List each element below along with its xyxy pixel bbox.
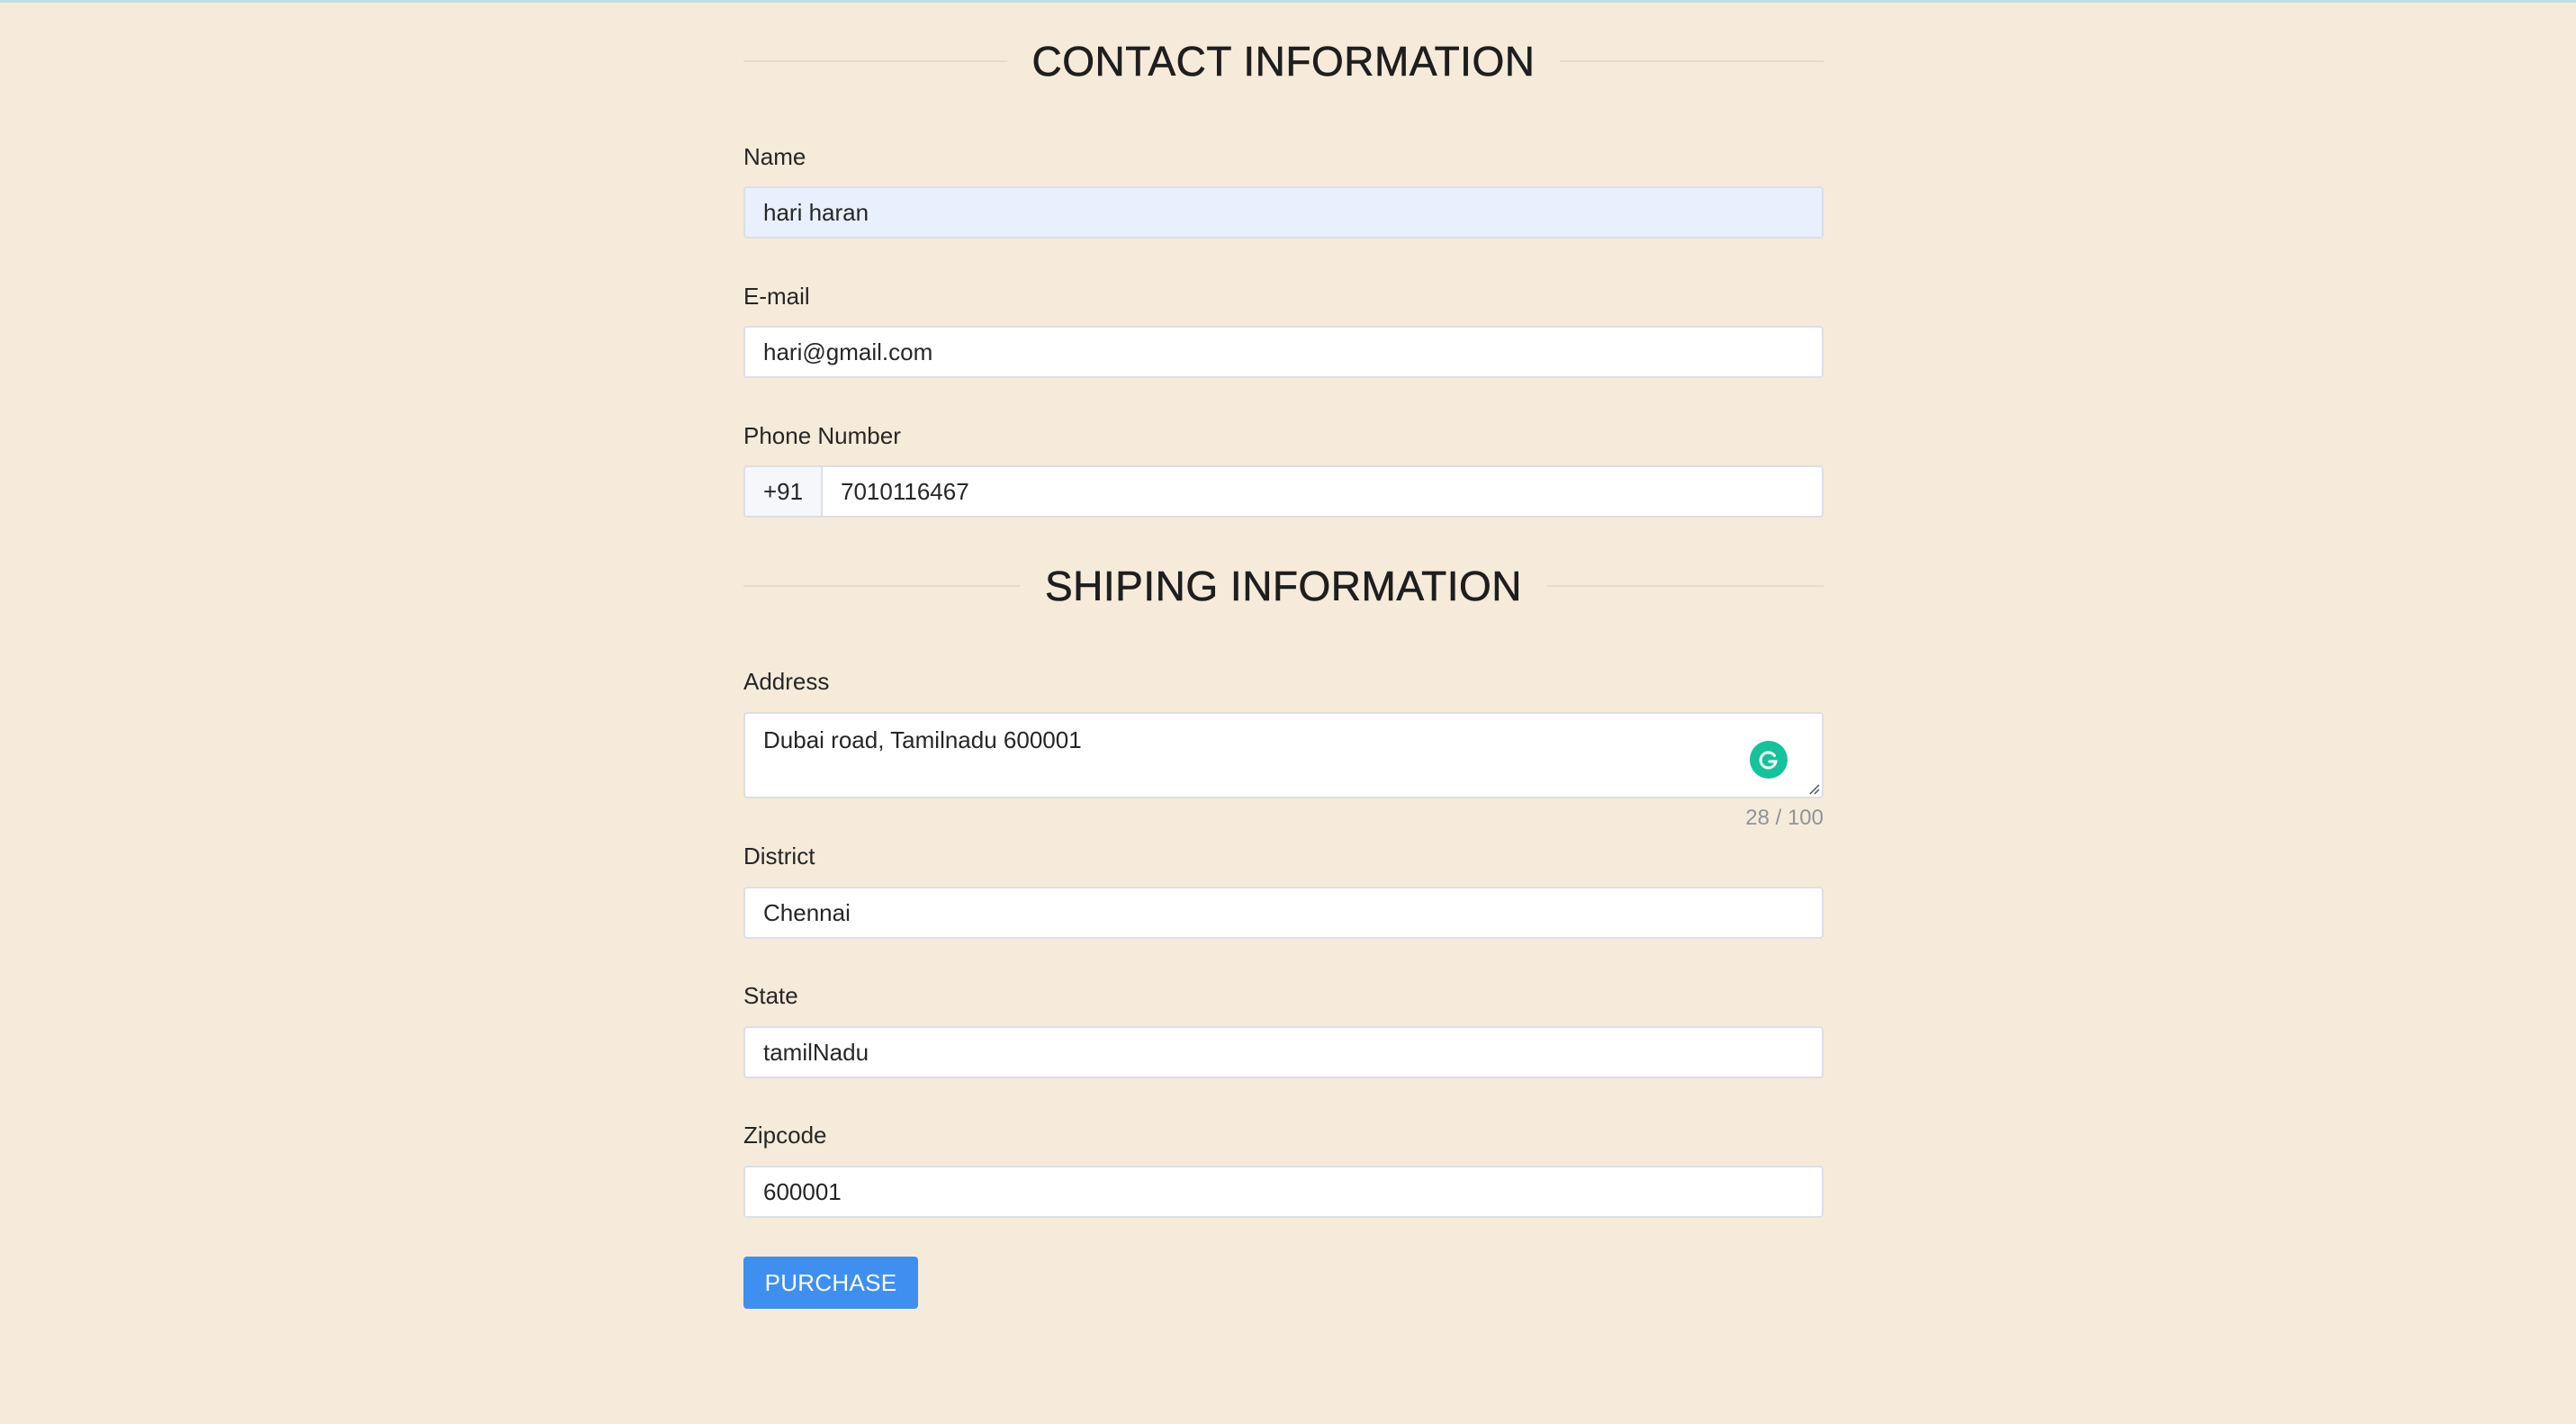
divider-line-left	[743, 60, 1007, 62]
state-field-group: State	[743, 982, 798, 1009]
email-input-wrap: hari@gmail.com	[743, 326, 1824, 378]
resize-handle-icon[interactable]	[1807, 782, 1820, 795]
name-label: Name	[743, 143, 806, 170]
address-char-counter: 28 / 100	[1745, 806, 1824, 830]
divider-line-right	[1547, 585, 1824, 587]
address-label: Address	[743, 668, 830, 695]
email-input[interactable]: hari@gmail.com	[743, 326, 1824, 378]
phone-input-value: 7010116467	[841, 477, 969, 505]
phone-input[interactable]: 7010116467	[823, 467, 1822, 516]
district-input-value: Chennai	[763, 898, 851, 926]
name-input[interactable]: hari haran	[743, 186, 1824, 239]
zipcode-label: Zipcode	[743, 1122, 827, 1149]
address-field-group: Address	[743, 668, 829, 695]
district-input-wrap: Chennai	[743, 887, 1824, 939]
address-input-wrap: Dubai road, Tamilnadu 600001 28 / 100	[743, 712, 1824, 831]
phone-label: Phone Number	[743, 422, 901, 449]
phone-country-code: +91	[745, 467, 823, 516]
state-input[interactable]: tamilNadu	[743, 1026, 1824, 1078]
divider-line-left	[743, 585, 1020, 587]
address-textarea[interactable]: Dubai road, Tamilnadu 600001	[743, 712, 1824, 798]
phone-field-group: Phone Number	[743, 422, 901, 449]
divider-line-right	[1560, 60, 1824, 62]
district-field-group: District	[743, 843, 815, 870]
state-label: State	[743, 982, 798, 1009]
zipcode-input-value: 600001	[763, 1177, 842, 1205]
phone-input-group: +91 7010116467	[743, 465, 1824, 518]
contact-section-title: CONTACT INFORMATION	[1031, 38, 1536, 86]
zipcode-field-group: Zipcode	[743, 1122, 827, 1149]
name-input-wrap: hari haran	[743, 186, 1824, 239]
state-input-value: tamilNadu	[763, 1038, 869, 1066]
contact-section-divider: CONTACT INFORMATION	[743, 37, 1824, 86]
phone-input-wrap: +91 7010116467	[743, 465, 1824, 518]
email-label: E-mail	[743, 283, 810, 310]
email-field-group: E-mail	[743, 283, 810, 310]
name-field-group: Name	[743, 143, 806, 170]
email-input-value: hari@gmail.com	[763, 338, 933, 365]
shipping-section-divider: SHIPING INFORMATION	[743, 562, 1824, 610]
purchase-button[interactable]: PURCHASE	[743, 1257, 918, 1309]
state-input-wrap: tamilNadu	[743, 1026, 1824, 1078]
shipping-section-title: SHIPING INFORMATION	[1045, 563, 1522, 610]
district-label: District	[743, 843, 815, 870]
name-input-value: hari haran	[763, 198, 869, 226]
grammarly-icon[interactable]	[1750, 741, 1788, 779]
zipcode-input[interactable]: 600001	[743, 1166, 1824, 1218]
district-input[interactable]: Chennai	[743, 887, 1824, 939]
address-textarea-value: Dubai road, Tamilnadu 600001	[763, 726, 1082, 753]
zipcode-input-wrap: 600001	[743, 1166, 1824, 1218]
